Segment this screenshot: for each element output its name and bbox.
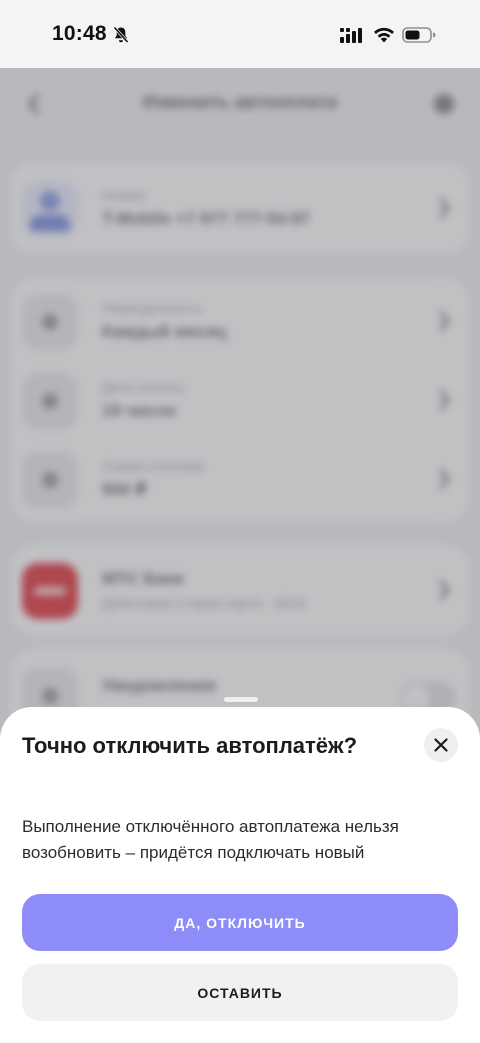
status-time: 10:48	[52, 22, 107, 45]
confirm-disable-button[interactable]: ДА, ОТКЛЮЧИТЬ	[22, 894, 458, 951]
keep-autopayment-button[interactable]: ОСТАВИТЬ	[22, 964, 458, 1021]
status-bar: 10:48	[0, 0, 480, 68]
close-icon	[434, 738, 448, 752]
close-button[interactable]	[424, 728, 458, 762]
battery-icon	[402, 27, 436, 43]
sheet-message: Выполнение отключённого автоплатежа нель…	[22, 817, 399, 862]
sheet-title: Точно отключить автоплатёж?	[22, 733, 358, 758]
bell-slash-icon	[113, 26, 129, 44]
confirm-disable-sheet: Точно отключить автоплатёж? Выполнение о…	[0, 707, 480, 1043]
signal-icon	[340, 28, 362, 43]
sheet-grab-handle[interactable]	[224, 697, 258, 702]
wifi-icon	[374, 27, 394, 43]
